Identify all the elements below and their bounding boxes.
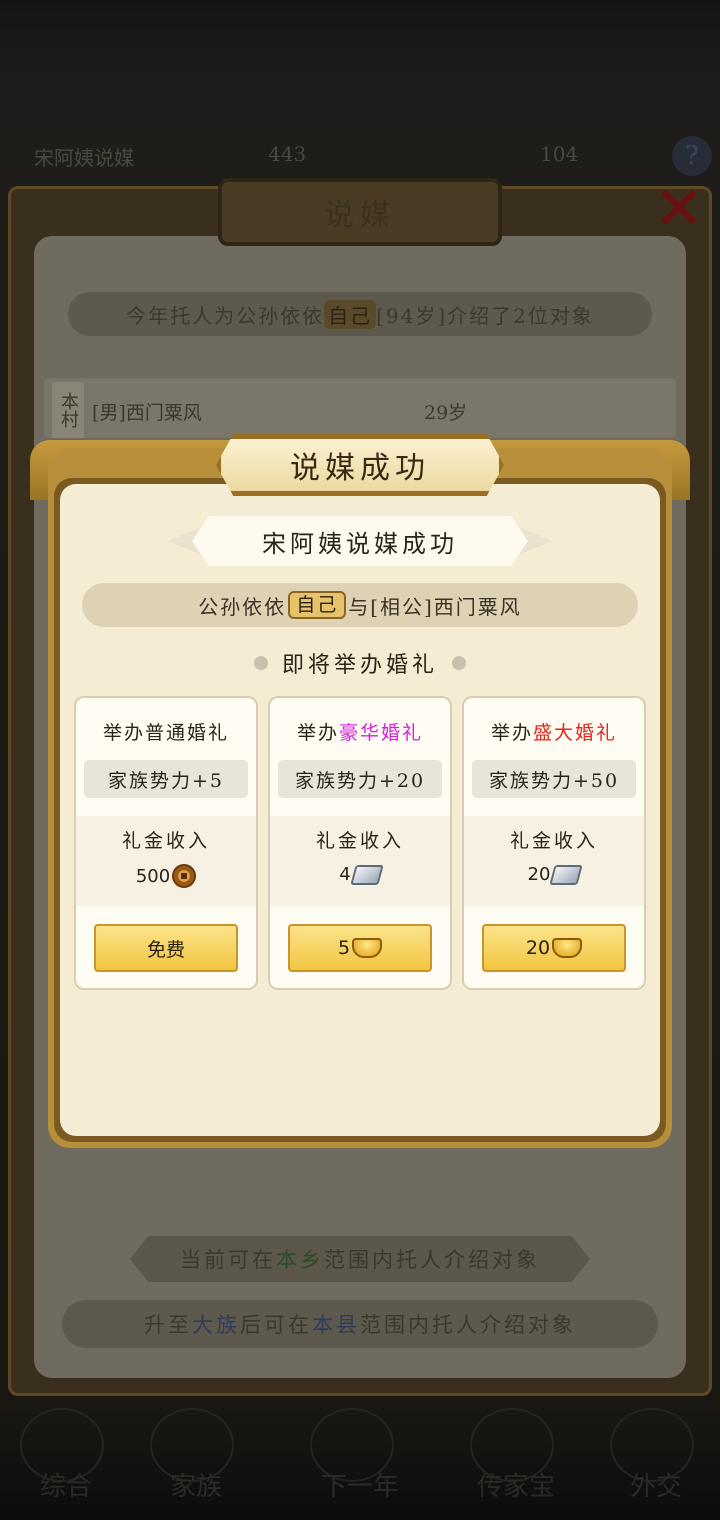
success-banner-text: 宋阿姨说媒成功 — [262, 529, 458, 558]
top-right-text: 104 — [540, 142, 579, 166]
back-summary-prefix: 今年托人为公孙依依 — [126, 303, 325, 328]
help-icon[interactable]: ? — [672, 136, 712, 176]
card-title-tier: 普通婚礼 — [145, 722, 230, 744]
gift-amount: 500 — [135, 865, 171, 887]
upgrade-info-text: 范围内托人介绍对象 — [360, 1313, 576, 1337]
wedding-card-grand: 举办盛大婚礼 家族势力+50 礼金收入 20 20 — [462, 696, 646, 990]
bullet-dot-icon — [253, 656, 268, 670]
region-info: 当前可在 本乡 范围内托人介绍对象 — [130, 1236, 590, 1282]
upgrade-info: 升至 大族 后可在 本县 范围内托人介绍对象 — [62, 1300, 658, 1348]
top-left-text: 宋阿姨说媒 — [34, 146, 134, 170]
candidate-origin-tag: 本村 — [52, 382, 84, 438]
back-summary: 今年托人为公孙依依 自己 [94岁]介绍了2位对象 — [68, 292, 652, 336]
card-gift-label: 礼金收入 — [315, 830, 404, 852]
nav-item-family[interactable]: 家族 — [136, 1466, 256, 1503]
button-label: 20 — [525, 937, 551, 959]
bullet-dot-icon — [452, 656, 466, 670]
candidate-name: [男]西门粟风 — [92, 402, 202, 424]
gold-ingot-icon — [552, 938, 583, 958]
nav-item-heirloom[interactable]: 传家宝 — [456, 1466, 576, 1503]
back-summary-suffix: [94岁]介绍了2位对象 — [376, 303, 594, 328]
card-title-tier: 盛大婚礼 — [533, 722, 618, 744]
silver-ingot-icon — [350, 864, 384, 885]
hold-normal-wedding-button[interactable]: 免费 — [94, 924, 238, 972]
upgrade-info-text: 升至 — [144, 1313, 192, 1337]
card-gift-label: 礼金收入 — [509, 830, 598, 852]
top-center-text: 443 — [268, 142, 307, 166]
wedding-card-normal: 举办普通婚礼 家族势力+5 礼金收入 500 免费 — [74, 696, 258, 990]
nav-item-next-year[interactable]: 下一年 — [300, 1466, 420, 1503]
region-info-text: 当前可在 — [180, 1248, 276, 1272]
card-title-prefix: 举办 — [296, 722, 339, 744]
hold-luxury-wedding-button[interactable]: 5 — [288, 924, 432, 972]
nav-item-general[interactable]: 综合 — [6, 1466, 126, 1503]
back-title-plate: 说媒 — [218, 178, 502, 246]
card-gift-value: 4 — [270, 864, 450, 885]
card-title-prefix: 举办 — [102, 722, 145, 744]
couple-info: 公孙依依 自己 与[相公]西门粟风 — [82, 583, 638, 627]
region-info-highlight: 本乡 — [276, 1248, 324, 1272]
copper-coin-icon — [172, 864, 197, 888]
soon-heading-text: 即将举办婚礼 — [281, 653, 438, 678]
gift-amount: 4 — [339, 864, 351, 885]
couple-name-b: 与[相公]西门粟风 — [348, 594, 522, 619]
card-power: 家族势力+50 — [472, 760, 636, 798]
popup-title: 说媒成功 — [290, 451, 430, 486]
bottom-nav: 综合 家族 下一年 传家宝 外交 — [0, 1400, 720, 1520]
card-title: 举办豪华婚礼 — [270, 718, 450, 745]
close-icon[interactable]: ✕ — [646, 174, 712, 244]
hold-grand-wedding-button[interactable]: 20 — [482, 924, 626, 972]
gold-ingot-icon — [352, 938, 383, 958]
silver-ingot-icon — [549, 864, 584, 885]
soon-heading: 即将举办婚礼 — [240, 646, 480, 680]
upgrade-info-highlight: 大族 — [192, 1313, 240, 1337]
upgrade-info-highlight: 本县 — [312, 1313, 360, 1337]
nav-item-diplomacy[interactable]: 外交 — [596, 1466, 716, 1503]
card-title: 举办普通婚礼 — [76, 718, 256, 745]
card-title-tier: 豪华婚礼 — [339, 722, 424, 744]
card-gift-value: 500 — [76, 864, 256, 888]
card-gift-value: 20 — [464, 864, 644, 885]
card-title-prefix: 举办 — [490, 722, 533, 744]
button-label: 5 — [337, 937, 351, 959]
back-summary-tag: 自己 — [324, 299, 377, 329]
card-gift-label: 礼金收入 — [121, 830, 210, 852]
card-power: 家族势力+5 — [84, 760, 248, 798]
wedding-card-luxury: 举办豪华婚礼 家族势力+20 礼金收入 4 5 — [268, 696, 452, 990]
gift-amount: 20 — [527, 864, 551, 885]
region-info-text: 范围内托人介绍对象 — [324, 1248, 540, 1272]
success-banner: 宋阿姨说媒成功 — [192, 516, 528, 566]
couple-name-a: 公孙依依 — [198, 594, 287, 619]
card-title: 举办盛大婚礼 — [464, 718, 644, 745]
button-label: 免费 — [146, 938, 185, 961]
popup-title-plate: 说媒成功 — [216, 434, 504, 496]
back-panel-title: 说媒 — [324, 198, 396, 233]
upgrade-info-text: 后可在 — [240, 1313, 312, 1337]
self-tag: 自己 — [288, 591, 347, 619]
candidate-age: 29岁 — [424, 402, 468, 424]
card-power: 家族势力+20 — [278, 760, 442, 798]
